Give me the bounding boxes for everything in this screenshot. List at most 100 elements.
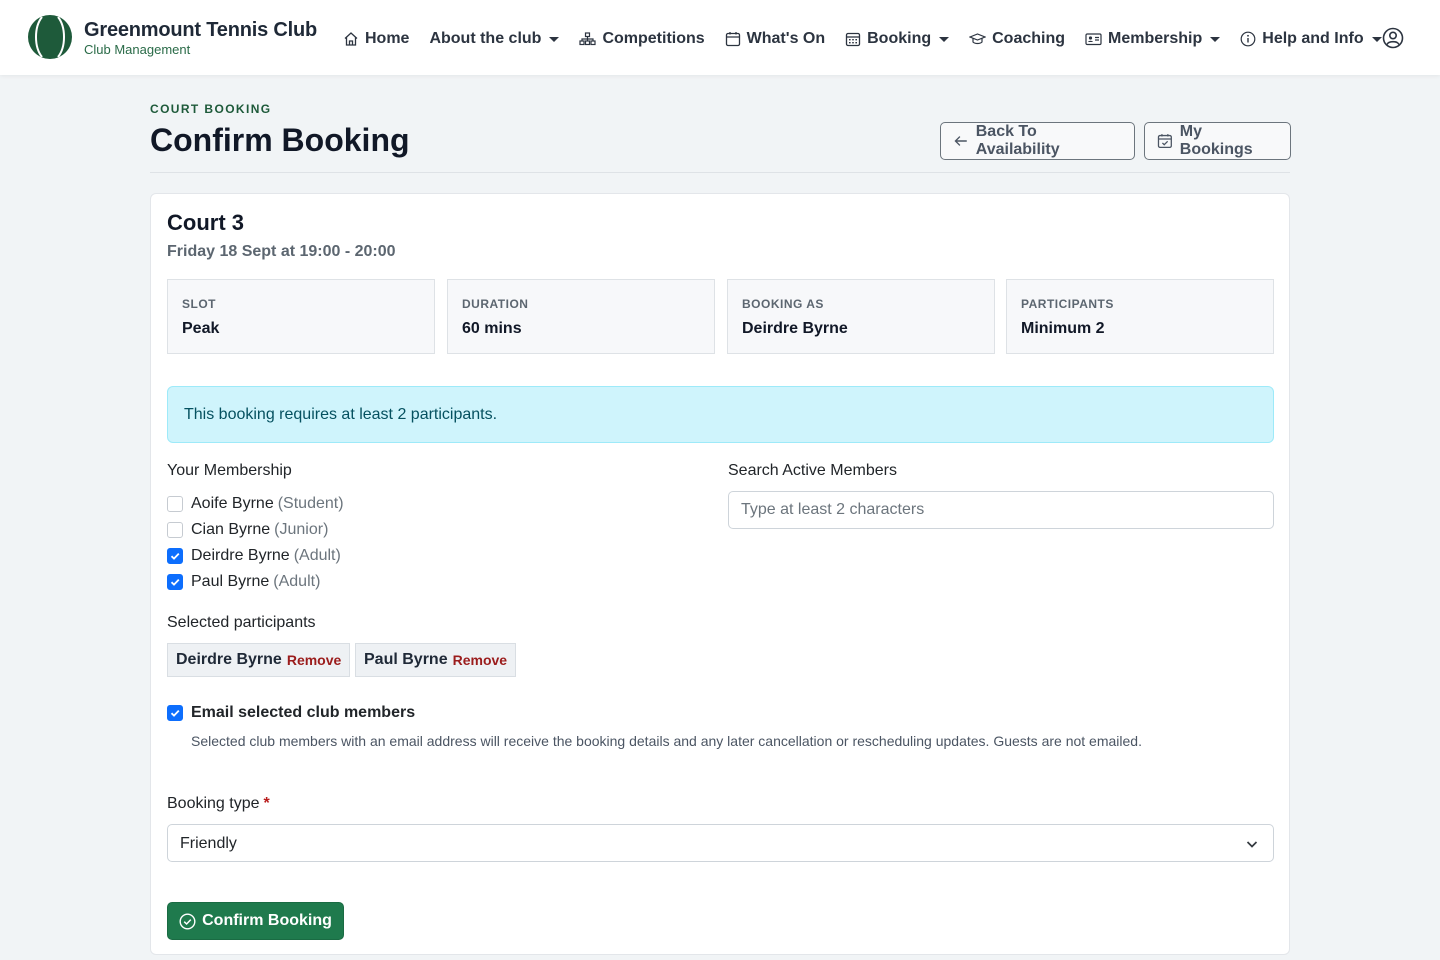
info-value: Deirdre Byrne xyxy=(742,320,848,337)
my-bookings-button[interactable]: My Bookings xyxy=(1144,122,1291,160)
page-title: Confirm Booking xyxy=(150,122,410,158)
booking-type-label: Booking type * xyxy=(167,795,270,813)
membership-label: Your Membership xyxy=(167,462,292,479)
info-duration: DURATION 60 mins xyxy=(447,279,715,354)
caret-down-icon xyxy=(1371,36,1382,42)
calendar-icon xyxy=(725,32,740,47)
my-bookings-label: My Bookings xyxy=(1179,123,1253,158)
back-to-availability-button[interactable]: Back To Availability xyxy=(940,122,1135,160)
member-role: (Adult) xyxy=(273,573,321,590)
checkmark-icon xyxy=(170,552,180,560)
nav-label: What's On xyxy=(746,30,826,47)
participants-alert: This booking requires at least 2 partici… xyxy=(167,386,1274,443)
member-role: (Adult) xyxy=(293,547,341,564)
grid-calendar-icon xyxy=(845,32,861,47)
info-value: Minimum 2 xyxy=(1021,320,1105,337)
chevron-down-icon xyxy=(1246,841,1258,848)
header-divider xyxy=(150,172,1290,173)
confirm-booking-button[interactable]: Confirm Booking xyxy=(167,902,344,940)
participant-name: Paul Byrne xyxy=(364,651,448,668)
page-eyebrow: COURT BOOKING xyxy=(150,102,272,116)
booking-datetime: Friday 18 Sept at 19:00 - 20:00 xyxy=(167,243,396,260)
nav-label: Competitions xyxy=(602,30,705,47)
member-checkbox[interactable] xyxy=(167,496,183,512)
email-members-option[interactable]: Email selected club members xyxy=(167,704,415,722)
participant-name: Deirdre Byrne xyxy=(176,651,282,668)
member-name: Paul Byrne xyxy=(191,573,270,590)
nav-booking[interactable]: Booking xyxy=(845,30,950,48)
participant-chip: Paul Byrne Remove xyxy=(355,643,517,677)
court-name: Court 3 xyxy=(167,210,244,235)
email-checkbox[interactable] xyxy=(167,705,183,721)
info-value: 60 mins xyxy=(462,320,522,337)
booking-type-select[interactable]: Friendly xyxy=(167,824,1274,862)
sitemap-icon xyxy=(579,32,597,46)
info-label: SLOT xyxy=(182,297,216,311)
member-role: (Junior) xyxy=(274,521,329,538)
nav-help[interactable]: Help and Info xyxy=(1240,30,1382,48)
nav-membership[interactable]: Membership xyxy=(1085,30,1221,48)
search-label: Search Active Members xyxy=(728,462,897,479)
member-checkbox[interactable] xyxy=(167,548,183,564)
user-circle-icon[interactable] xyxy=(1382,27,1404,54)
remove-participant-button[interactable]: Remove xyxy=(453,652,507,668)
member-row[interactable]: Paul Byrne (Adult) xyxy=(167,573,320,591)
back-label: Back To Availability xyxy=(975,123,1060,158)
member-row[interactable]: Deirdre Byrne (Adult) xyxy=(167,547,341,565)
info-label: DURATION xyxy=(462,297,529,311)
participant-chip: Deirdre Byrne Remove xyxy=(167,643,351,677)
id-card-icon xyxy=(1085,33,1102,46)
caret-down-icon xyxy=(549,36,560,42)
top-navbar: Greenmount Tennis Club Club Management H… xyxy=(0,0,1440,75)
home-icon xyxy=(344,32,358,46)
info-icon xyxy=(1240,31,1256,47)
main-nav: Home About the club Competitions What's … xyxy=(343,27,1402,51)
booking-type-label-text: Booking type xyxy=(167,795,260,812)
member-role: (Student) xyxy=(277,495,344,512)
tennis-ball-logo-icon xyxy=(28,15,72,59)
info-label: BOOKING AS xyxy=(742,297,824,311)
nav-label: About the club xyxy=(429,30,542,47)
email-help-text: Selected club members with an email addr… xyxy=(191,733,1142,749)
brand-subtitle: Club Management xyxy=(84,41,191,57)
nav-label: Booking xyxy=(867,30,932,47)
member-search-input[interactable] xyxy=(728,491,1274,529)
nav-coaching[interactable]: Coaching xyxy=(969,30,1065,48)
brand-name: Greenmount Tennis Club xyxy=(84,18,318,41)
checkmark-icon xyxy=(170,709,180,717)
member-name: Aoife Byrne xyxy=(191,495,274,512)
nav-competitions[interactable]: Competitions xyxy=(579,30,705,48)
checkmark-icon xyxy=(170,578,180,586)
caret-down-icon xyxy=(1210,36,1221,42)
arrow-left-icon xyxy=(954,136,967,146)
nav-label: Membership xyxy=(1108,30,1203,47)
info-slot: SLOT Peak xyxy=(167,279,435,354)
required-mark: * xyxy=(263,795,270,812)
remove-participant-button[interactable]: Remove xyxy=(287,652,341,668)
nav-home[interactable]: Home xyxy=(343,30,409,48)
brand[interactable]: Greenmount Tennis Club Club Management xyxy=(28,15,317,59)
info-booking-as: BOOKING AS Deirdre Byrne xyxy=(727,279,995,354)
nav-label: Coaching xyxy=(992,30,1066,47)
info-label: PARTICIPANTS xyxy=(1021,297,1114,311)
email-label: Email selected club members xyxy=(191,704,416,721)
info-participants: PARTICIPANTS Minimum 2 xyxy=(1006,279,1274,354)
caret-down-icon xyxy=(939,36,950,42)
member-name: Cian Byrne xyxy=(191,521,271,538)
member-row[interactable]: Aoife Byrne (Student) xyxy=(167,495,344,513)
booking-type-value: Friendly xyxy=(180,835,237,852)
nav-label: Home xyxy=(365,30,410,47)
nav-whats-on[interactable]: What's On xyxy=(725,30,825,48)
confirm-label: Confirm Booking xyxy=(202,912,332,929)
nav-label: Help and Info xyxy=(1262,30,1364,47)
booking-card: Court 3 Friday 18 Sept at 19:00 - 20:00 … xyxy=(150,193,1290,955)
member-checkbox[interactable] xyxy=(167,522,183,538)
member-checkbox[interactable] xyxy=(167,574,183,590)
calendar-check-icon xyxy=(1157,134,1172,149)
nav-about[interactable]: About the club xyxy=(429,30,560,48)
member-row[interactable]: Cian Byrne (Junior) xyxy=(167,521,328,539)
mortarboard-icon xyxy=(969,33,987,45)
selected-participants-label: Selected participants xyxy=(167,614,316,631)
check-circle-icon xyxy=(179,912,196,930)
member-name: Deirdre Byrne xyxy=(191,547,290,564)
